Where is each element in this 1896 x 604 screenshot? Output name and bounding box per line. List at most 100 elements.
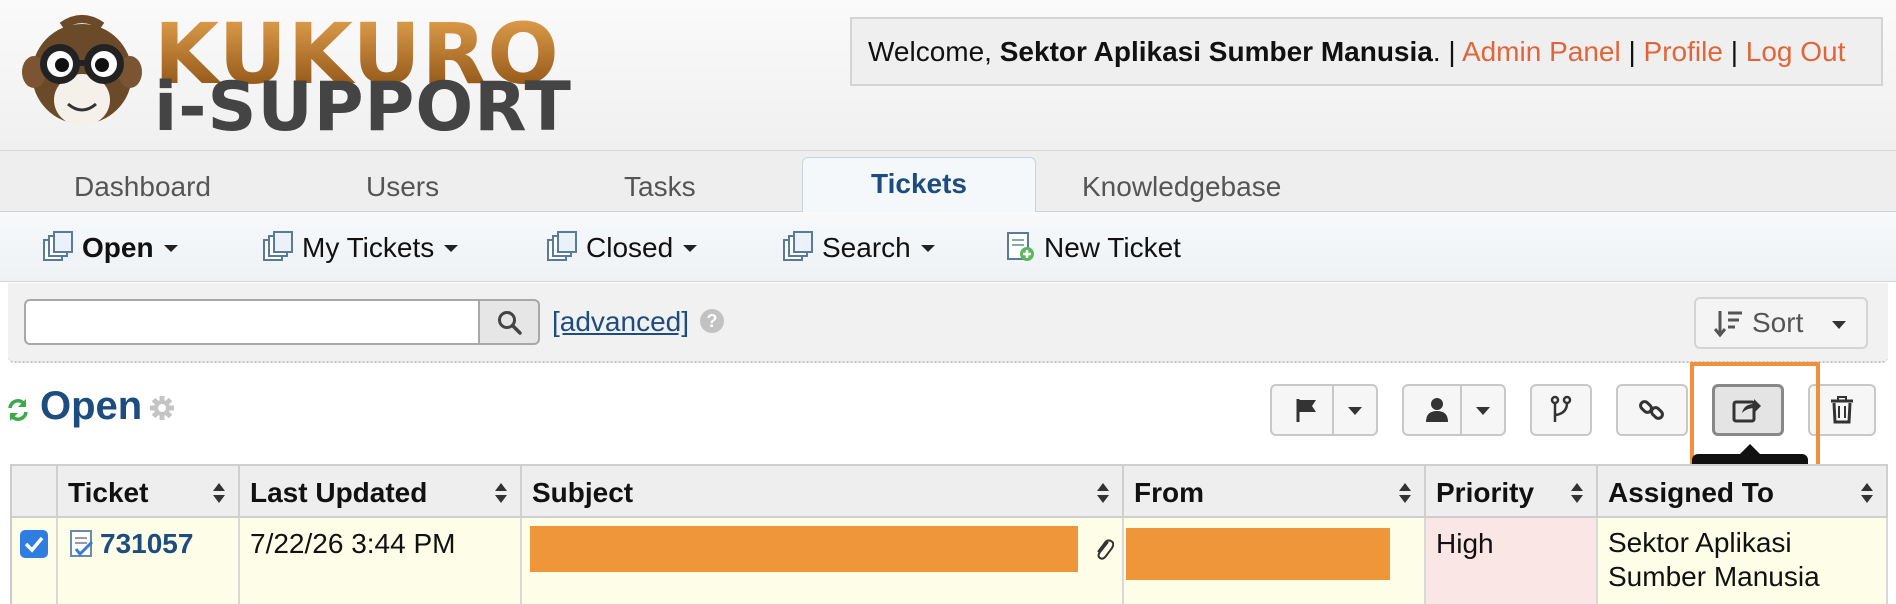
search-input[interactable] — [24, 299, 484, 345]
admin-panel-link[interactable]: Admin Panel — [1462, 36, 1621, 67]
search-button[interactable] — [478, 299, 540, 345]
chevron-down-icon — [1832, 321, 1846, 329]
refresh-icon[interactable] — [6, 396, 30, 424]
tab-tasks[interactable]: Tasks — [624, 167, 696, 213]
subnav-open[interactable]: Open — [42, 230, 178, 266]
user-icon — [1426, 398, 1448, 422]
subnav-new-ticket[interactable]: New Ticket — [1004, 230, 1181, 266]
header: KUKURO i-SUPPORT Welcome, Sektor Aplikas… — [0, 0, 1896, 150]
separator: | — [1628, 36, 1636, 67]
divider — [1460, 386, 1462, 434]
advanced-search-link[interactable]: [advanced] — [552, 306, 689, 338]
monkey-mascot-icon — [22, 15, 142, 126]
row-checkbox[interactable] — [20, 530, 48, 558]
merge-icon — [1550, 395, 1572, 422]
tickets-icon — [547, 231, 577, 261]
column-label: Priority — [1436, 477, 1535, 508]
flag-dropdown-button[interactable] — [1270, 384, 1378, 436]
ticket-icon — [70, 530, 94, 557]
subnav-my-tickets[interactable]: My Tickets — [262, 230, 459, 266]
tab-users[interactable]: Users — [366, 167, 439, 213]
user-name: Sektor Aplikasi Sumber Manusia — [999, 36, 1433, 67]
chevron-down-icon — [1348, 407, 1362, 415]
table-cell-assigned-to: Sektor Aplikasi Sumber Manusia — [1598, 518, 1888, 604]
tickets-icon — [783, 231, 813, 261]
gear-icon[interactable] — [148, 394, 176, 422]
trash-icon — [1831, 396, 1853, 424]
check-icon — [24, 536, 44, 553]
welcome-box: Welcome, Sektor Aplikasi Sumber Manusia.… — [850, 17, 1883, 86]
column-label: From — [1134, 477, 1204, 508]
tickets-icon — [263, 231, 293, 261]
table-cell-ticket: 731057 — [58, 518, 240, 604]
sort-arrows-icon — [1571, 483, 1583, 503]
subnav-search-label: Search — [822, 232, 911, 263]
new-ticket-icon — [1007, 232, 1034, 261]
column-header-priority[interactable]: Priority — [1426, 464, 1598, 518]
tab-knowledgebase[interactable]: Knowledgebase — [1082, 167, 1281, 213]
column-header-from[interactable]: From — [1124, 464, 1426, 518]
logout-link[interactable]: Log Out — [1746, 36, 1846, 67]
sort-arrows-icon — [1399, 483, 1411, 503]
chevron-down-icon — [444, 245, 459, 252]
subnav-closed-label: Closed — [586, 232, 674, 263]
sort-arrows-icon — [495, 483, 507, 503]
sort-icon — [1714, 311, 1742, 338]
link-icon — [1639, 400, 1664, 420]
table-row-checkbox-cell — [12, 518, 58, 604]
page-title: Open — [40, 384, 143, 428]
subject-redaction — [530, 526, 1078, 572]
flag-icon — [1296, 399, 1316, 422]
column-header-ticket[interactable]: Ticket — [58, 464, 240, 518]
subnav-new-ticket-label: New Ticket — [1044, 232, 1181, 263]
profile-link[interactable]: Profile — [1644, 36, 1723, 67]
subnav-my-tickets-label: My Tickets — [302, 232, 435, 263]
sort-arrows-icon — [1861, 483, 1873, 503]
tab-dashboard[interactable]: Dashboard — [74, 167, 211, 213]
sub-nav: Open My Tickets Closed Search New Ticket — [0, 212, 1896, 282]
table-cell-priority: High — [1426, 518, 1598, 604]
column-label: Assigned To — [1608, 477, 1774, 508]
sort-button[interactable]: Sort — [1694, 297, 1868, 349]
chevron-down-icon — [920, 245, 935, 252]
column-header-assigned-to[interactable]: Assigned To — [1598, 464, 1888, 518]
sort-arrows-icon — [213, 483, 225, 503]
column-label: Subject — [532, 477, 634, 508]
tab-tickets[interactable]: Tickets — [802, 157, 1036, 213]
table-cell-from — [1124, 518, 1426, 604]
search-bar: [advanced] ? Sort — [8, 283, 1888, 363]
table-cell-last-updated: 7/22/26 3:44 PM — [240, 518, 522, 604]
logo[interactable]: KUKURO i-SUPPORT — [22, 12, 592, 142]
assign-dropdown-button[interactable] — [1402, 384, 1506, 436]
subnav-search[interactable]: Search — [782, 230, 935, 266]
subnav-open-label: Open — [82, 232, 154, 263]
welcome-separator: . | — [1432, 36, 1456, 67]
from-redaction — [1126, 528, 1390, 580]
table-cell-subject[interactable] — [522, 518, 1124, 604]
merge-button[interactable] — [1530, 384, 1592, 436]
chevron-down-icon — [683, 245, 698, 252]
subnav-closed[interactable]: Closed — [546, 230, 698, 266]
ticket-number-link[interactable]: 731057 — [100, 528, 193, 559]
column-header-subject[interactable]: Subject — [522, 464, 1124, 518]
tickets-table: Ticket Last Updated Subject From Priorit… — [10, 464, 1888, 604]
tickets-icon — [43, 231, 73, 261]
column-label: Ticket — [68, 477, 149, 508]
search-icon — [498, 311, 522, 335]
link-button[interactable] — [1616, 384, 1688, 436]
chevron-down-icon — [1476, 407, 1490, 415]
column-header-last-updated[interactable]: Last Updated — [240, 464, 522, 518]
select-all-header[interactable] — [12, 464, 58, 518]
column-label: Last Updated — [250, 477, 428, 508]
welcome-prefix: Welcome, — [868, 36, 992, 67]
divider — [1332, 386, 1334, 434]
chevron-down-icon — [163, 245, 178, 252]
sort-label: Sort — [1752, 307, 1804, 338]
sort-arrows-icon — [1097, 483, 1109, 503]
tooltip-arrow — [1740, 444, 1760, 454]
logo-text-isupport: i-SUPPORT — [154, 68, 572, 147]
separator: | — [1730, 36, 1738, 67]
help-icon[interactable]: ? — [700, 309, 724, 333]
main-nav: Dashboard Users Tasks Tickets Knowledgeb… — [0, 150, 1896, 213]
paperclip-icon — [1097, 539, 1114, 560]
